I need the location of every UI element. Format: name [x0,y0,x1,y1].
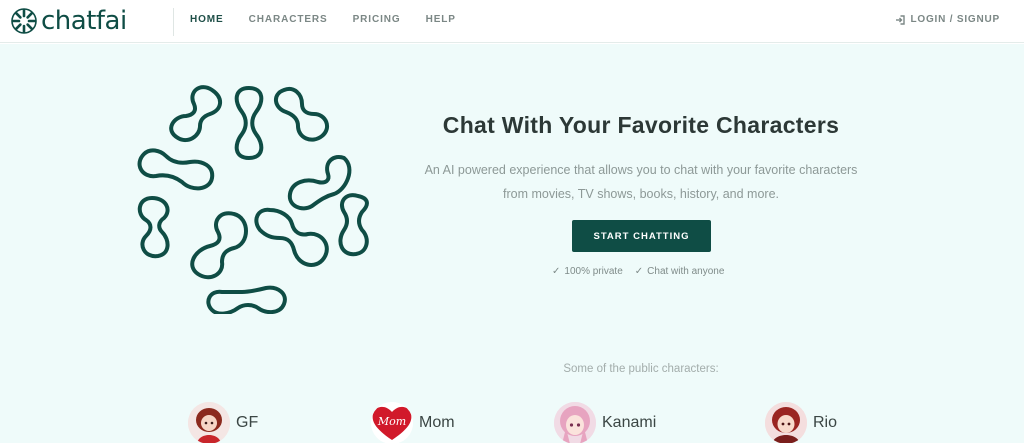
hero-subtitle-line-1: An AI powered experience that allows you… [424,163,858,177]
brand-name: chatfai [41,6,127,36]
nav-help[interactable]: HELP [426,14,456,26]
feature-list: ✓ 100% private ✓ Chat with anyone [552,266,724,277]
character-card-gf[interactable]: GF [188,402,258,443]
character-card-kanami[interactable]: Kanami [554,402,656,443]
character-name-rio: Rio [813,414,838,431]
character-avatar-gf [188,402,230,443]
chatfai-logo-icon [11,8,37,34]
login-signup-label: LOGIN / SIGNUP [910,14,1000,25]
character-name-kanami: Kanami [602,414,657,431]
character-name-gf: GF [236,414,259,431]
character-avatar-kanami [554,402,596,443]
connected-nodes-illustration [137,85,369,314]
mom-avatar-text: Mom [377,415,406,428]
hero-title: Chat With Your Favorite Characters [442,112,840,138]
hero-subtitle: An AI powered experience that allows you… [410,158,872,206]
feature-chat-anyone-label: Chat with anyone [647,266,725,277]
hero-subtitle-line-2: from movies, TV shows, books, history, a… [502,187,780,201]
character-avatar-rio [765,402,807,443]
nav-pricing[interactable]: PRICING [353,14,401,26]
feature-private-label: 100% private [564,266,623,277]
start-chatting-button[interactable]: START CHATTING [572,220,711,252]
nav-home[interactable]: HOME [190,14,224,26]
check-icon: ✓ [634,266,644,277]
character-name-mom: Mom [419,414,455,431]
feature-chat-anyone: ✓ Chat with anyone [635,266,725,277]
character-avatar-mom: Mom [371,402,413,443]
hero-section: Chat With Your Favorite Characters An AI… [0,44,1024,443]
brand-logo[interactable]: chatfai [10,5,127,37]
nav-links: HOME CHARACTERS PRICING HELP [190,14,481,26]
nav-characters[interactable]: CHARACTERS [249,14,328,26]
character-card-rio[interactable]: Rio [765,402,837,443]
nav-divider [173,8,174,36]
public-characters-heading: Some of the public characters: [563,363,719,375]
navbar: chatfai HOME CHARACTERS PRICING HELP LOG… [0,0,1024,43]
login-icon [896,14,906,25]
feature-private: ✓ 100% private [552,266,623,277]
login-signup-link[interactable]: LOGIN / SIGNUP [895,14,1000,25]
character-card-mom[interactable]: Mom Mom [371,402,455,443]
check-icon: ✓ [552,266,561,277]
